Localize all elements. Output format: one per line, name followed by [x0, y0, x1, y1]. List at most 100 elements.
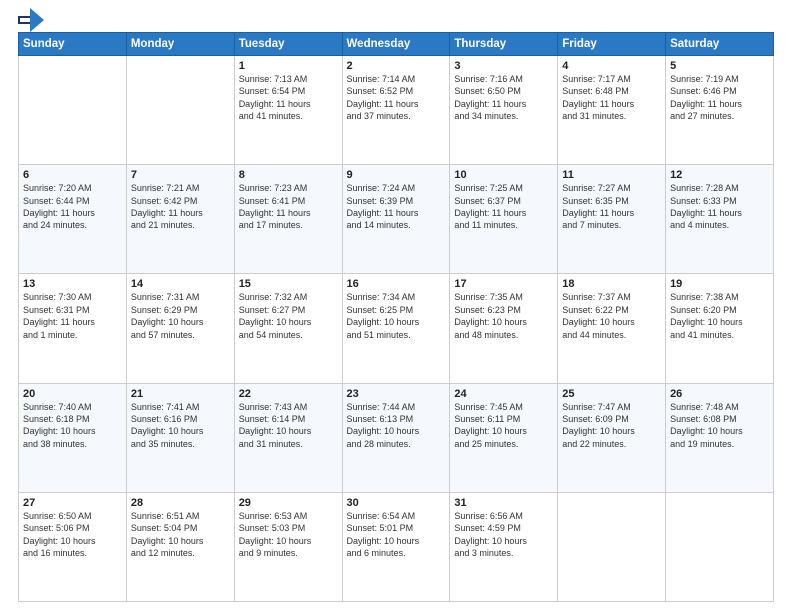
calendar-cell: 23Sunrise: 7:44 AMSunset: 6:13 PMDayligh…: [342, 383, 450, 492]
day-number: 17: [454, 278, 553, 290]
calendar-cell: 3Sunrise: 7:16 AMSunset: 6:50 PMDaylight…: [450, 56, 558, 165]
calendar-cell: 29Sunrise: 6:53 AMSunset: 5:03 PMDayligh…: [234, 492, 342, 601]
day-info: Sunrise: 7:23 AMSunset: 6:41 PMDaylight:…: [239, 182, 338, 232]
day-info: Sunrise: 7:14 AMSunset: 6:52 PMDaylight:…: [347, 73, 446, 123]
calendar-cell: 14Sunrise: 7:31 AMSunset: 6:29 PMDayligh…: [126, 274, 234, 383]
day-info: Sunrise: 7:27 AMSunset: 6:35 PMDaylight:…: [562, 182, 661, 232]
calendar-cell: 30Sunrise: 6:54 AMSunset: 5:01 PMDayligh…: [342, 492, 450, 601]
day-number: 7: [131, 169, 230, 181]
calendar-week-1: 1Sunrise: 7:13 AMSunset: 6:54 PMDaylight…: [19, 56, 774, 165]
day-info: Sunrise: 7:13 AMSunset: 6:54 PMDaylight:…: [239, 73, 338, 123]
day-number: 26: [670, 388, 769, 400]
logo-box: [18, 16, 32, 24]
weekday-sunday: Sunday: [19, 33, 127, 56]
calendar-cell: 31Sunrise: 6:56 AMSunset: 4:59 PMDayligh…: [450, 492, 558, 601]
day-number: 3: [454, 60, 553, 72]
calendar-cell: [558, 492, 666, 601]
day-number: 9: [347, 169, 446, 181]
calendar-cell: 25Sunrise: 7:47 AMSunset: 6:09 PMDayligh…: [558, 383, 666, 492]
day-number: 6: [23, 169, 122, 181]
day-info: Sunrise: 7:24 AMSunset: 6:39 PMDaylight:…: [347, 182, 446, 232]
day-number: 30: [347, 497, 446, 509]
calendar-cell: 10Sunrise: 7:25 AMSunset: 6:37 PMDayligh…: [450, 165, 558, 274]
calendar-cell: 28Sunrise: 6:51 AMSunset: 5:04 PMDayligh…: [126, 492, 234, 601]
logo-triangle-icon: [30, 8, 44, 32]
day-info: Sunrise: 6:51 AMSunset: 5:04 PMDaylight:…: [131, 510, 230, 560]
day-info: Sunrise: 6:54 AMSunset: 5:01 PMDaylight:…: [347, 510, 446, 560]
day-info: Sunrise: 6:56 AMSunset: 4:59 PMDaylight:…: [454, 510, 553, 560]
logo: [18, 16, 32, 24]
calendar-cell: [19, 56, 127, 165]
day-number: 13: [23, 278, 122, 290]
day-number: 15: [239, 278, 338, 290]
weekday-thursday: Thursday: [450, 33, 558, 56]
calendar-table: SundayMondayTuesdayWednesdayThursdayFrid…: [18, 32, 774, 602]
day-info: Sunrise: 7:41 AMSunset: 6:16 PMDaylight:…: [131, 401, 230, 451]
day-number: 2: [347, 60, 446, 72]
calendar-cell: [666, 492, 774, 601]
calendar-cell: 17Sunrise: 7:35 AMSunset: 6:23 PMDayligh…: [450, 274, 558, 383]
calendar-week-2: 6Sunrise: 7:20 AMSunset: 6:44 PMDaylight…: [19, 165, 774, 274]
day-number: 21: [131, 388, 230, 400]
day-info: Sunrise: 7:48 AMSunset: 6:08 PMDaylight:…: [670, 401, 769, 451]
calendar-cell: 11Sunrise: 7:27 AMSunset: 6:35 PMDayligh…: [558, 165, 666, 274]
calendar-cell: 16Sunrise: 7:34 AMSunset: 6:25 PMDayligh…: [342, 274, 450, 383]
day-info: Sunrise: 7:32 AMSunset: 6:27 PMDaylight:…: [239, 291, 338, 341]
calendar-cell: 2Sunrise: 7:14 AMSunset: 6:52 PMDaylight…: [342, 56, 450, 165]
calendar-cell: 6Sunrise: 7:20 AMSunset: 6:44 PMDaylight…: [19, 165, 127, 274]
day-info: Sunrise: 7:44 AMSunset: 6:13 PMDaylight:…: [347, 401, 446, 451]
day-info: Sunrise: 7:35 AMSunset: 6:23 PMDaylight:…: [454, 291, 553, 341]
day-number: 20: [23, 388, 122, 400]
day-number: 10: [454, 169, 553, 181]
day-number: 18: [562, 278, 661, 290]
day-number: 27: [23, 497, 122, 509]
day-info: Sunrise: 7:21 AMSunset: 6:42 PMDaylight:…: [131, 182, 230, 232]
day-number: 22: [239, 388, 338, 400]
calendar-cell: 13Sunrise: 7:30 AMSunset: 6:31 PMDayligh…: [19, 274, 127, 383]
calendar-cell: 19Sunrise: 7:38 AMSunset: 6:20 PMDayligh…: [666, 274, 774, 383]
day-info: Sunrise: 6:50 AMSunset: 5:06 PMDaylight:…: [23, 510, 122, 560]
day-info: Sunrise: 7:31 AMSunset: 6:29 PMDaylight:…: [131, 291, 230, 341]
header: [18, 16, 774, 24]
day-info: Sunrise: 7:34 AMSunset: 6:25 PMDaylight:…: [347, 291, 446, 341]
day-number: 14: [131, 278, 230, 290]
page: SundayMondayTuesdayWednesdayThursdayFrid…: [0, 0, 792, 612]
calendar-cell: 1Sunrise: 7:13 AMSunset: 6:54 PMDaylight…: [234, 56, 342, 165]
weekday-tuesday: Tuesday: [234, 33, 342, 56]
day-number: 31: [454, 497, 553, 509]
calendar-cell: 7Sunrise: 7:21 AMSunset: 6:42 PMDaylight…: [126, 165, 234, 274]
day-number: 23: [347, 388, 446, 400]
calendar-cell: 22Sunrise: 7:43 AMSunset: 6:14 PMDayligh…: [234, 383, 342, 492]
day-info: Sunrise: 7:16 AMSunset: 6:50 PMDaylight:…: [454, 73, 553, 123]
day-info: Sunrise: 7:20 AMSunset: 6:44 PMDaylight:…: [23, 182, 122, 232]
day-info: Sunrise: 7:40 AMSunset: 6:18 PMDaylight:…: [23, 401, 122, 451]
calendar-cell: 15Sunrise: 7:32 AMSunset: 6:27 PMDayligh…: [234, 274, 342, 383]
day-info: Sunrise: 7:45 AMSunset: 6:11 PMDaylight:…: [454, 401, 553, 451]
day-info: Sunrise: 7:25 AMSunset: 6:37 PMDaylight:…: [454, 182, 553, 232]
day-number: 5: [670, 60, 769, 72]
calendar-cell: 18Sunrise: 7:37 AMSunset: 6:22 PMDayligh…: [558, 274, 666, 383]
day-number: 28: [131, 497, 230, 509]
day-info: Sunrise: 7:28 AMSunset: 6:33 PMDaylight:…: [670, 182, 769, 232]
calendar-cell: 8Sunrise: 7:23 AMSunset: 6:41 PMDaylight…: [234, 165, 342, 274]
calendar-cell: 21Sunrise: 7:41 AMSunset: 6:16 PMDayligh…: [126, 383, 234, 492]
day-number: 19: [670, 278, 769, 290]
day-number: 29: [239, 497, 338, 509]
calendar-cell: 5Sunrise: 7:19 AMSunset: 6:46 PMDaylight…: [666, 56, 774, 165]
day-number: 11: [562, 169, 661, 181]
calendar-cell: 12Sunrise: 7:28 AMSunset: 6:33 PMDayligh…: [666, 165, 774, 274]
calendar-cell: 27Sunrise: 6:50 AMSunset: 5:06 PMDayligh…: [19, 492, 127, 601]
day-info: Sunrise: 7:38 AMSunset: 6:20 PMDaylight:…: [670, 291, 769, 341]
day-number: 1: [239, 60, 338, 72]
weekday-monday: Monday: [126, 33, 234, 56]
calendar-cell: 4Sunrise: 7:17 AMSunset: 6:48 PMDaylight…: [558, 56, 666, 165]
weekday-saturday: Saturday: [666, 33, 774, 56]
calendar-week-4: 20Sunrise: 7:40 AMSunset: 6:18 PMDayligh…: [19, 383, 774, 492]
day-number: 8: [239, 169, 338, 181]
day-number: 25: [562, 388, 661, 400]
calendar-cell: [126, 56, 234, 165]
calendar-cell: 24Sunrise: 7:45 AMSunset: 6:11 PMDayligh…: [450, 383, 558, 492]
weekday-friday: Friday: [558, 33, 666, 56]
weekday-wednesday: Wednesday: [342, 33, 450, 56]
calendar-cell: 20Sunrise: 7:40 AMSunset: 6:18 PMDayligh…: [19, 383, 127, 492]
